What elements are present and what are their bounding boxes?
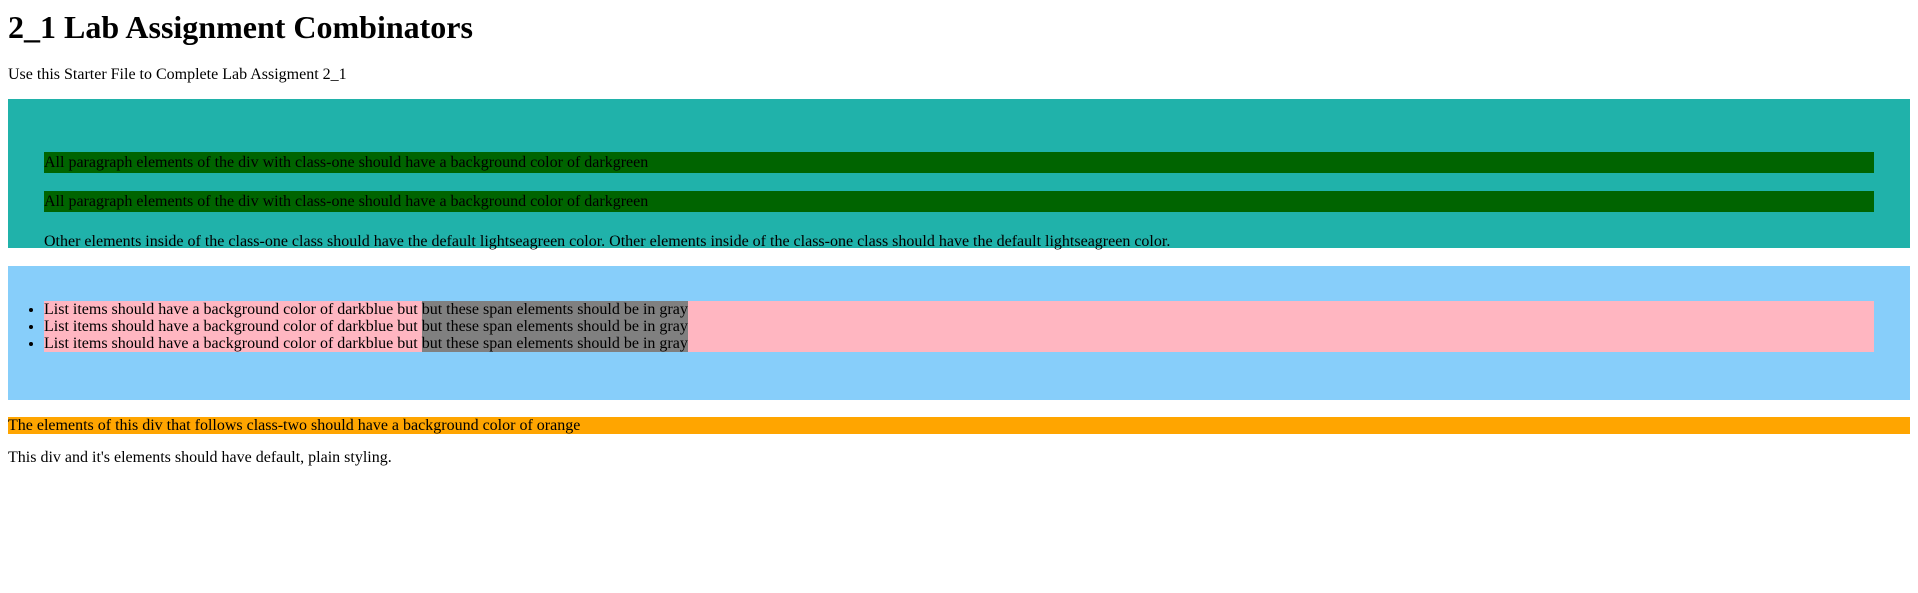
list-item-span: but these span elements should be in gra… <box>421 318 688 335</box>
list-item: List items should have a background colo… <box>44 301 1874 318</box>
list-item-span: but these span elements should be in gra… <box>421 301 688 318</box>
list-item-span: but these span elements should be in gra… <box>421 335 688 352</box>
class-one-paragraph: All paragraph elements of the div with c… <box>44 152 1874 173</box>
class-two-div: List items should have a background colo… <box>8 266 1910 400</box>
class-two-list: List items should have a background colo… <box>44 301 1874 352</box>
intro-text: Use this Starter File to Complete Lab As… <box>8 66 347 83</box>
orange-paragraph: The elements of this div that follows cl… <box>8 417 1910 434</box>
list-item: List items should have a background colo… <box>44 335 1874 352</box>
page-title: 2_1 Lab Assignment Combinators <box>8 9 473 45</box>
list-item: List items should have a background colo… <box>44 318 1874 335</box>
class-one-div: All paragraph elements of the div with c… <box>8 99 1910 250</box>
list-item-text: List items should have a background colo… <box>44 301 422 318</box>
list-item-text: List items should have a background colo… <box>44 318 422 335</box>
list-item-text: List items should have a background colo… <box>44 335 422 352</box>
class-one-other-text: Other elements inside of the class-one c… <box>44 233 1171 250</box>
plain-paragraph: This div and it's elements should have d… <box>8 449 392 466</box>
class-one-paragraph: All paragraph elements of the div with c… <box>44 191 1874 212</box>
